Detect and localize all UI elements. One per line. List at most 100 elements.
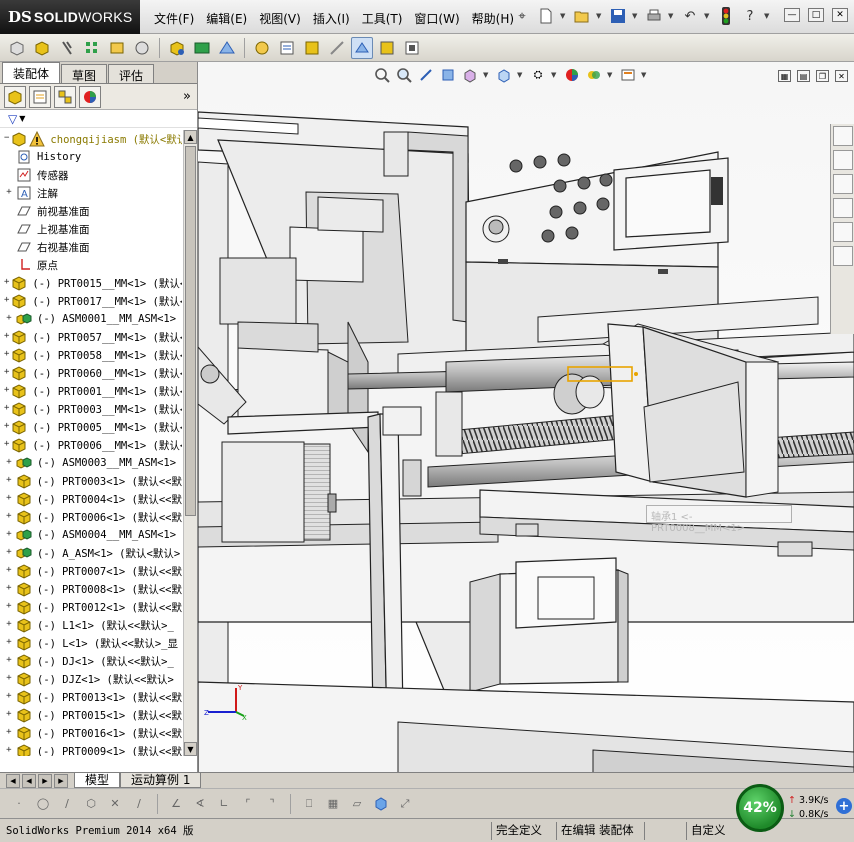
tree-item[interactable]: + (-) PRT0015<1> (默认<<默 <box>0 706 182 724</box>
menu-item[interactable]: 编辑(E) <box>200 8 253 29</box>
orientation-dropdown-icon[interactable]: ▼ <box>517 71 525 79</box>
save-icon[interactable] <box>608 6 628 26</box>
tree-expander[interactable]: + <box>4 728 14 738</box>
print-icon[interactable] <box>644 6 664 26</box>
dynamic-annotation-icon[interactable] <box>461 66 479 84</box>
property-manager-icon[interactable] <box>29 85 51 108</box>
cpu-usage-badge[interactable]: 42% <box>736 784 784 832</box>
reference-geometry-icon[interactable] <box>216 37 238 59</box>
tree-item[interactable]: 原点 <box>0 256 182 274</box>
tree-item[interactable]: + (-) PRT0005__MM<1> (默认< <box>0 418 182 436</box>
3d-box-icon[interactable] <box>372 795 390 813</box>
tree-item[interactable]: + (-) PRT0008<1> (默认<<默 <box>0 580 182 598</box>
tree-expander[interactable]: + <box>4 368 9 378</box>
tree-expander[interactable]: + <box>4 188 14 198</box>
more-tabs-icon[interactable]: » <box>183 89 191 104</box>
grid-icon[interactable]: ▦ <box>324 795 342 813</box>
display-style-dropdown-icon[interactable]: ▼ <box>551 71 559 79</box>
model-tab[interactable]: 模型 <box>74 773 121 788</box>
tree-item[interactable]: + (-) PRT0004<1> (默认<<默 <box>0 490 182 508</box>
previous-view-icon[interactable] <box>417 66 435 84</box>
centerline-icon[interactable]: ∕ <box>130 795 148 813</box>
close-icon[interactable]: ✕ <box>832 8 848 22</box>
tree-expander[interactable]: + <box>4 440 9 450</box>
show-hidden-components-icon[interactable] <box>166 37 188 59</box>
solidworks-logo[interactable]: DS SOLIDWORKS <box>0 0 140 34</box>
minimize-icon[interactable]: — <box>784 8 800 22</box>
view-settings-icon[interactable] <box>619 66 637 84</box>
custom-properties-icon[interactable] <box>832 246 853 266</box>
tree-expander[interactable]: + <box>4 494 14 504</box>
tree-expander[interactable]: + <box>4 620 14 630</box>
display-style-icon[interactable]: ⛭ <box>529 66 547 84</box>
tree-filter-row[interactable]: ▽ ▼ <box>0 110 197 128</box>
menu-item[interactable]: 文件(F) <box>148 8 200 29</box>
appearance-dropdown-icon[interactable]: ▼ <box>607 71 615 79</box>
offset-entities-icon[interactable]: ∟ <box>215 795 233 813</box>
settings-dropdown-icon[interactable]: ▼ <box>641 71 649 79</box>
rebuild-traffic-light-icon[interactable] <box>716 6 736 26</box>
tree-item[interactable]: + (-) DJ<1> (默认<<默认>_ <box>0 652 182 670</box>
exploded-view-icon[interactable] <box>301 37 323 59</box>
viewport-split-icon[interactable]: ▦ <box>778 70 791 82</box>
interference-detection-icon[interactable] <box>376 37 398 59</box>
menu-item[interactable]: 视图(V) <box>253 8 307 29</box>
tree-expander[interactable]: + <box>4 602 14 612</box>
tree-item[interactable]: + (-) PRT0003__MM<1> (默认< <box>0 400 182 418</box>
viewport-close-icon[interactable]: ✕ <box>835 70 848 82</box>
tree-expander[interactable]: + <box>4 278 9 288</box>
tree-item[interactable]: 右视基准面 <box>0 238 182 256</box>
polygon-icon[interactable]: ⬡ <box>82 795 100 813</box>
view-orientation-icon[interactable] <box>495 66 513 84</box>
tree-expander[interactable]: + <box>4 638 14 648</box>
tree-item[interactable]: + A 注解 <box>0 184 182 202</box>
instant3d-icon[interactable] <box>351 36 373 59</box>
tree-item[interactable]: + (-) ASM0001__MM_ASM<1> <box>0 310 182 328</box>
display-manager-icon[interactable] <box>79 85 101 108</box>
tree-item[interactable]: + (-) L<1> (默认<<默认>_显 <box>0 634 182 652</box>
tree-item[interactable]: + (-) PRT0006__MM<1> (默认< <box>0 436 182 454</box>
section-view-icon[interactable] <box>439 66 457 84</box>
menu-item[interactable]: 插入(I) <box>307 8 356 29</box>
file-explorer-icon[interactable] <box>832 174 853 194</box>
tree-item[interactable]: + (-) PRT0016<1> (默认<<默 <box>0 724 182 742</box>
tree-expander[interactable]: + <box>4 476 14 486</box>
restore-icon[interactable]: □ <box>808 8 824 22</box>
assembly-features-icon[interactable] <box>191 37 213 59</box>
fillet-icon[interactable]: ∠ <box>167 795 185 813</box>
menu-item[interactable]: 窗口(W) <box>408 8 465 29</box>
corner-rectangle-icon[interactable]: ⌜ <box>239 795 257 813</box>
smart-fasteners-icon[interactable] <box>106 37 128 59</box>
viewport-restore-icon[interactable]: ❐ <box>816 70 829 82</box>
tree-expander[interactable]: + <box>4 350 9 360</box>
tree-item[interactable]: 传感器 <box>0 166 182 184</box>
command-tab[interactable]: 草图 <box>61 64 108 83</box>
undo-icon[interactable]: ↶ <box>680 6 700 26</box>
tree-item[interactable]: 前视基准面 <box>0 202 182 220</box>
tree-expander[interactable]: + <box>4 584 14 594</box>
tree-item[interactable]: + (-) DJZ<1> (默认<<默认> <box>0 670 182 688</box>
tree-item[interactable]: + (-) ASM0003__MM_ASM<1> <box>0 454 182 472</box>
tree-expander[interactable]: + <box>4 674 14 684</box>
line-icon[interactable]: ∕ <box>58 795 76 813</box>
tree-expander[interactable]: + <box>4 692 14 702</box>
scroll-up-icon[interactable]: ▲ <box>184 130 197 144</box>
edit-appearance-icon[interactable] <box>585 66 603 84</box>
move-component-icon[interactable] <box>131 37 153 59</box>
tree-item[interactable]: + (-) PRT0012<1> (默认<<默 <box>0 598 182 616</box>
insert-component-icon[interactable] <box>6 37 28 59</box>
tree-item[interactable]: + (-) PRT0013<1> (默认<<默 <box>0 688 182 706</box>
bill-of-materials-icon[interactable] <box>276 37 298 59</box>
view-palette-icon[interactable] <box>832 198 853 218</box>
tree-scrollbar[interactable]: ▲ ▼ <box>183 130 197 756</box>
tree-expander[interactable]: + <box>4 746 14 756</box>
tree-item[interactable]: + (-) PRT0015__MM<1> (默认< <box>0 274 182 292</box>
convert-entities-icon[interactable]: ⌝ <box>263 795 281 813</box>
tree-expander[interactable]: + <box>4 512 14 522</box>
tree-item[interactable]: + (-) ASM0004__MM_ASM<1> <box>0 526 182 544</box>
first-tab-icon[interactable]: ◀ <box>6 773 20 788</box>
expand-monitor-icon[interactable]: + <box>836 798 852 814</box>
configuration-manager-icon[interactable] <box>54 85 76 108</box>
help-dropdown-icon[interactable]: ▼ <box>764 12 772 20</box>
tree-expander[interactable]: + <box>4 422 9 432</box>
